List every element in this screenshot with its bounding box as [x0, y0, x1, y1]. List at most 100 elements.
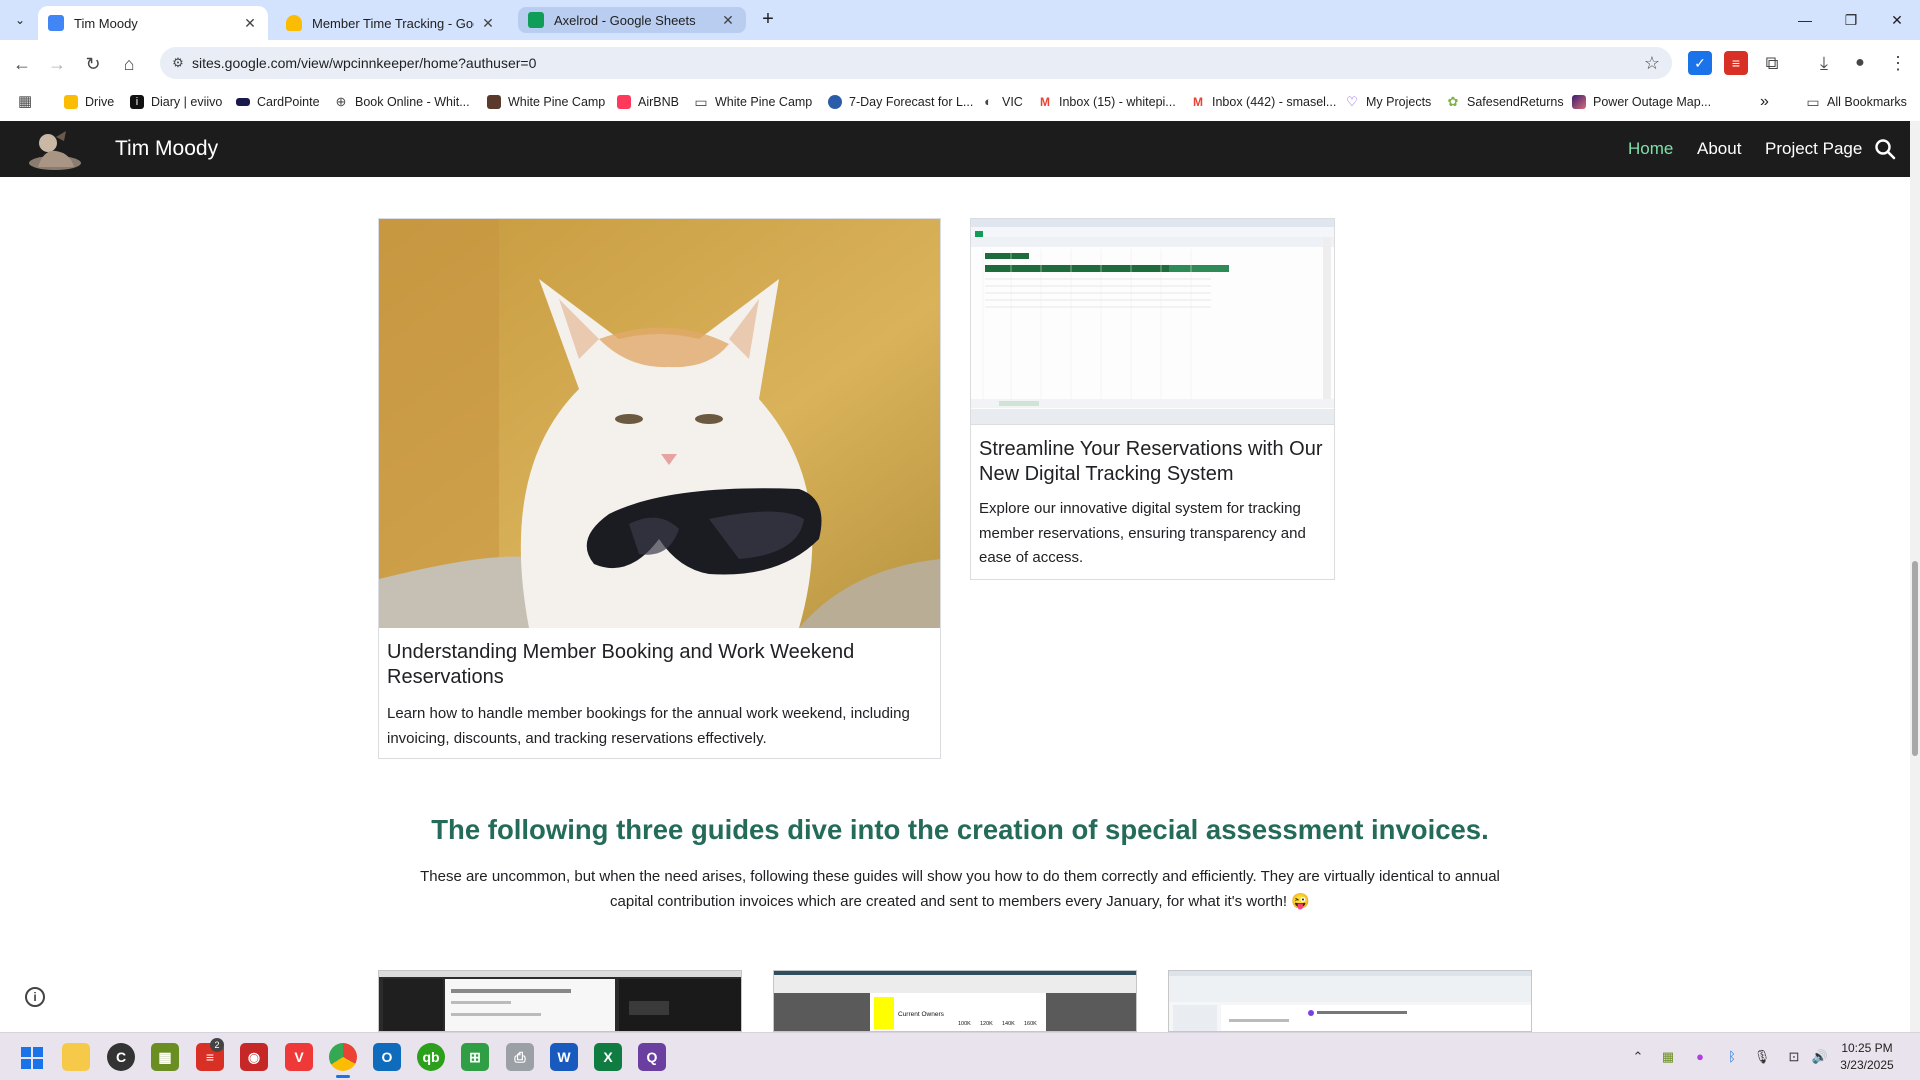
- tab-title: Member Time Tracking - Googl: [312, 15, 474, 31]
- bookmark-white-pine-camp[interactable]: White Pine Camp: [487, 92, 605, 112]
- folder-icon: ▭: [1806, 94, 1820, 110]
- outlook-icon[interactable]: O: [373, 1043, 401, 1071]
- invoice-value: 140K: [1002, 1021, 1015, 1027]
- forward-icon[interactable]: →: [43, 50, 71, 78]
- app-icon[interactable]: Q: [638, 1043, 666, 1071]
- menu-icon[interactable]: ⋮: [1886, 51, 1910, 75]
- file-explorer-icon[interactable]: [62, 1043, 90, 1071]
- profile-icon[interactable]: ●: [1848, 51, 1872, 75]
- bookmark-eviivo[interactable]: i Diary | eviivo: [130, 92, 222, 112]
- extension-icon[interactable]: ≡: [1724, 51, 1748, 75]
- bookmark-vic[interactable]: ◐ VIC: [981, 92, 1023, 112]
- airbnb-icon: [617, 95, 631, 109]
- page-scrollbar[interactable]: [1910, 121, 1920, 1032]
- guide-thumbnail-1[interactable]: [378, 970, 742, 1032]
- drive-icon: [64, 95, 78, 109]
- windows-start-icon[interactable]: [20, 1046, 44, 1070]
- all-bookmarks-button[interactable]: ▭ All Bookmarks: [1806, 92, 1907, 112]
- restore-icon[interactable]: ❐: [1828, 0, 1874, 40]
- tab-tim-moody[interactable]: Tim Moody ✕: [38, 6, 268, 40]
- back-icon[interactable]: ←: [8, 50, 36, 78]
- vivaldi-icon[interactable]: V: [285, 1043, 313, 1071]
- map-icon: [1572, 95, 1586, 109]
- card-image-cat[interactable]: [379, 219, 940, 628]
- bookmark-my-projects[interactable]: ♡ My Projects: [1345, 92, 1431, 112]
- tab-search-button[interactable]: ⌄: [8, 8, 32, 32]
- chrome-icon[interactable]: [329, 1043, 357, 1071]
- bookmark-safesend[interactable]: ✿ SafesendReturns: [1446, 92, 1564, 112]
- apps-grid-icon[interactable]: ▦: [18, 92, 39, 112]
- site-info-icon[interactable]: ⚙: [170, 55, 186, 71]
- leaf-icon: ✿: [1447, 94, 1459, 109]
- app-icon[interactable]: ◉: [240, 1043, 268, 1071]
- bookmark-folder-white-pine-camp[interactable]: ▭ White Pine Camp: [694, 92, 812, 112]
- app-icon[interactable]: ⊞: [461, 1043, 489, 1071]
- guide-thumbnail-3[interactable]: [1168, 970, 1532, 1032]
- notification-badge: 2: [210, 1038, 224, 1052]
- quickbooks-icon[interactable]: qb: [417, 1043, 445, 1071]
- guide-thumbnail-2[interactable]: Current Owners 100K 120K 140K 160K: [773, 970, 1137, 1032]
- card-image-spreadsheet[interactable]: [971, 219, 1334, 425]
- bookmarks-overflow-button[interactable]: »: [1760, 92, 1769, 112]
- heart-icon: ♡: [1346, 94, 1358, 109]
- site-logo[interactable]: [26, 127, 84, 171]
- excel-icon[interactable]: X: [594, 1043, 622, 1071]
- card-title[interactable]: Understanding Member Booking and Work We…: [387, 640, 927, 690]
- bookmark-cardpointe[interactable]: CardPointe: [236, 92, 320, 112]
- microphone-icon[interactable]: 🎙: [1752, 1047, 1772, 1067]
- bookmark-airbnb[interactable]: AirBNB: [617, 92, 679, 112]
- address-bar[interactable]: ⚙ sites.google.com/view/wpcinnkeeper/hom…: [160, 47, 1672, 79]
- nav-about[interactable]: About: [1697, 121, 1741, 177]
- info-icon[interactable]: i: [25, 987, 45, 1007]
- eviivo-icon: i: [130, 95, 144, 109]
- bookmark-drive[interactable]: Drive: [64, 92, 114, 112]
- camp-icon: [487, 95, 501, 109]
- card-icon: [236, 98, 250, 106]
- word-icon[interactable]: W: [550, 1043, 578, 1071]
- extension-icon[interactable]: ✓: [1688, 51, 1712, 75]
- card-title[interactable]: Streamline Your Reservations with Our Ne…: [979, 437, 1329, 487]
- site-title[interactable]: Tim Moody: [115, 121, 218, 177]
- app-icon[interactable]: C: [107, 1043, 135, 1071]
- tray-app-icon[interactable]: ▦: [1658, 1047, 1678, 1067]
- google-sites-icon: [48, 15, 64, 31]
- reload-icon[interactable]: ↻: [79, 50, 107, 78]
- card-text: Explore our innovative digital system fo…: [979, 500, 1306, 566]
- window-close-icon[interactable]: ✕: [1874, 0, 1920, 40]
- section-text: These are uncommon, but when the need ar…: [420, 868, 1500, 910]
- card-digital-tracking[interactable]: Streamline Your Reservations with Our Ne…: [970, 218, 1335, 580]
- tab-axelrod-sheets[interactable]: Axelrod - Google Sheets ✕: [518, 7, 746, 33]
- close-icon[interactable]: ✕: [480, 15, 496, 32]
- chevron-up-icon[interactable]: ⌃: [1628, 1047, 1648, 1067]
- close-icon[interactable]: ✕: [720, 12, 736, 29]
- tab-title: Axelrod - Google Sheets: [554, 12, 696, 28]
- bookmark-book-online[interactable]: ⊕ Book Online - Whit...: [334, 92, 470, 112]
- spreadsheet-screenshot-image: [971, 219, 1334, 424]
- bluetooth-icon[interactable]: ᛒ: [1722, 1047, 1742, 1067]
- home-icon[interactable]: ⌂: [115, 50, 143, 78]
- tab-title: Tim Moody: [74, 15, 138, 31]
- bookmark-power-outage[interactable]: Power Outage Map...: [1572, 92, 1711, 112]
- bookmark-inbox-15[interactable]: M Inbox (15) - whitepi...: [1038, 92, 1176, 112]
- bookmark-star-icon[interactable]: ☆: [1644, 47, 1660, 79]
- scrollbar-thumb[interactable]: [1912, 561, 1918, 756]
- tab-member-time-tracking[interactable]: Member Time Tracking - Googl ✕: [276, 6, 506, 40]
- card-member-booking[interactable]: Understanding Member Booking and Work We…: [378, 218, 941, 759]
- bookmark-forecast[interactable]: 7-Day Forecast for L...: [828, 92, 973, 112]
- url-text[interactable]: sites.google.com/view/wpcinnkeeper/home?…: [192, 47, 536, 79]
- new-tab-button[interactable]: +: [756, 8, 780, 32]
- system-clock[interactable]: 10:25 PM 3/23/2025: [1822, 1040, 1912, 1074]
- network-icon[interactable]: ⊡: [1784, 1047, 1804, 1067]
- extensions-puzzle-icon[interactable]: ⧉: [1760, 51, 1784, 75]
- minimize-icon[interactable]: —: [1782, 0, 1828, 40]
- app-icon[interactable]: ▦: [151, 1043, 179, 1071]
- nav-project-page[interactable]: Project Page: [1765, 121, 1862, 177]
- close-icon[interactable]: ✕: [242, 15, 258, 32]
- nav-home[interactable]: Home: [1628, 121, 1673, 177]
- printer-icon[interactable]: ⎙: [506, 1043, 534, 1071]
- invoice-value: 100K: [958, 1021, 971, 1027]
- download-icon[interactable]: ⤓: [1812, 51, 1836, 75]
- tray-app-icon[interactable]: ●: [1690, 1047, 1710, 1067]
- search-icon[interactable]: [1874, 138, 1896, 160]
- bookmark-inbox-442[interactable]: M Inbox (442) - smasel...: [1191, 92, 1336, 112]
